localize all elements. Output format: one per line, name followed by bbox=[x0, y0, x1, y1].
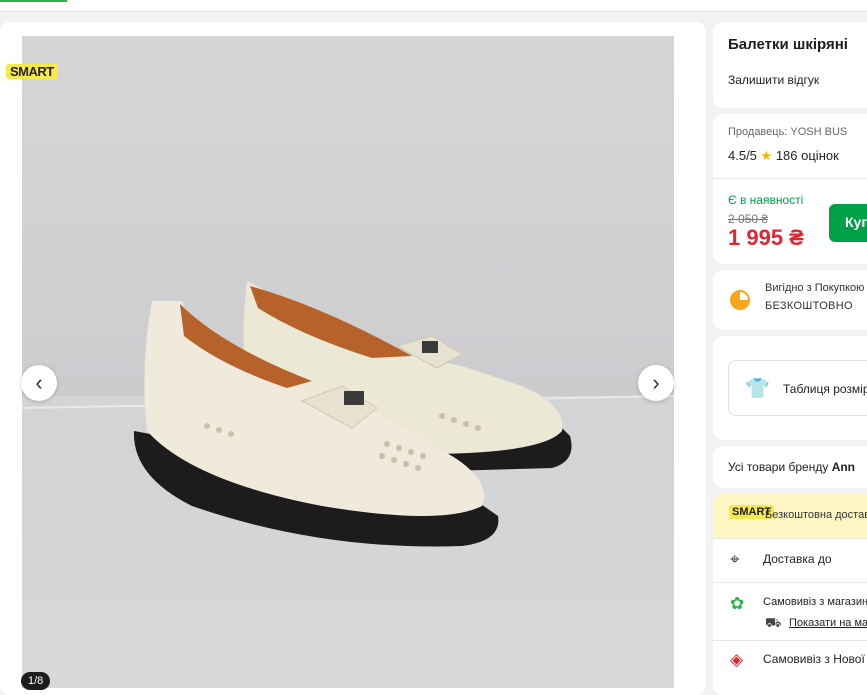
shop-watermark-logo: SMART bbox=[6, 64, 58, 79]
availability-status: Є в наявності bbox=[728, 193, 804, 207]
divider bbox=[713, 178, 867, 179]
chevron-left-icon: ‹ bbox=[35, 370, 43, 395]
store-icon: ✿ bbox=[730, 594, 745, 613]
price-panel: Продавець: YOSH BUS 4.5/5 ★ 186 оцінок Є… bbox=[713, 114, 867, 264]
show-on-map-link[interactable]: Показати на мапі bbox=[789, 617, 867, 629]
map-icon: ⛟ bbox=[765, 615, 782, 630]
product-title: Балетки шкіряні bbox=[728, 36, 848, 53]
size-table-button[interactable]: 👕 Таблиця розмірів bbox=[728, 360, 867, 416]
size-panel: 👕 Таблиця розмірів bbox=[713, 336, 867, 440]
top-accent bbox=[0, 0, 67, 2]
shoes-image bbox=[22, 281, 674, 688]
brand-panel[interactable]: Усі товари бренду Ann bbox=[713, 446, 867, 488]
seller-line[interactable]: Продавець: YOSH BUS bbox=[728, 126, 847, 138]
divider bbox=[713, 640, 867, 641]
chevron-right-icon: › bbox=[652, 370, 660, 395]
product-photo[interactable] bbox=[22, 36, 674, 688]
image-counter: 1/8 bbox=[21, 672, 51, 690]
seller-rating: 4.5/5 ★ 186 оцінок bbox=[728, 148, 839, 164]
promo-text: Безкоштовна доставка bbox=[765, 509, 867, 521]
old-price: 2 050 ₴ bbox=[728, 212, 769, 226]
top-bar bbox=[0, 0, 867, 12]
tshirt-icon: 👕 bbox=[745, 378, 770, 400]
next-image-button[interactable]: › bbox=[638, 365, 674, 401]
reviews-count[interactable]: 186 оцінок bbox=[776, 148, 839, 163]
delivery-address[interactable]: Доставка до bbox=[763, 552, 832, 566]
rating-value: 4.5/5 bbox=[728, 148, 757, 163]
brand-link[interactable]: Усі товари бренду Ann bbox=[728, 460, 855, 474]
divider bbox=[713, 582, 867, 583]
pickup-store: Самовивіз з магазину bbox=[763, 596, 867, 608]
brand-prefix: Усі товари бренду bbox=[728, 460, 829, 474]
location-pin-icon: ⌖ bbox=[730, 550, 740, 569]
promo-row: SMART Безкоштовна доставка bbox=[713, 494, 867, 538]
brand-name: Ann bbox=[831, 460, 856, 474]
divider bbox=[713, 538, 867, 539]
payment-panel[interactable]: Вигідно з Покупкою частинами БЕЗКОШТОВНО bbox=[713, 270, 867, 330]
pickup-nova-poshta: Самовивіз з Нової пошти bbox=[763, 652, 867, 666]
star-icon: ★ bbox=[760, 148, 773, 163]
delivery-panel: SMART Безкоштовна доставка ⌖ Доставка до… bbox=[713, 494, 867, 695]
buy-button[interactable]: Купити bbox=[829, 204, 867, 242]
installment-icon bbox=[730, 290, 750, 310]
previous-image-button[interactable]: ‹ bbox=[21, 365, 57, 401]
product-gallery: SMART ‹ › 1/8 bbox=[0, 22, 706, 695]
leave-review-link[interactable]: Залишити відгук bbox=[728, 73, 819, 87]
current-price: 1 995 ₴ bbox=[728, 225, 804, 250]
nova-poshta-icon: ◈ bbox=[730, 650, 744, 669]
payment-line-2: БЕЗКОШТОВНО bbox=[765, 300, 853, 312]
payment-line-1: Вигідно з Покупкою частинами bbox=[765, 282, 867, 294]
size-table-label: Таблиця розмірів bbox=[783, 382, 867, 396]
title-panel: Балетки шкіряні Залишити відгук bbox=[713, 22, 867, 108]
